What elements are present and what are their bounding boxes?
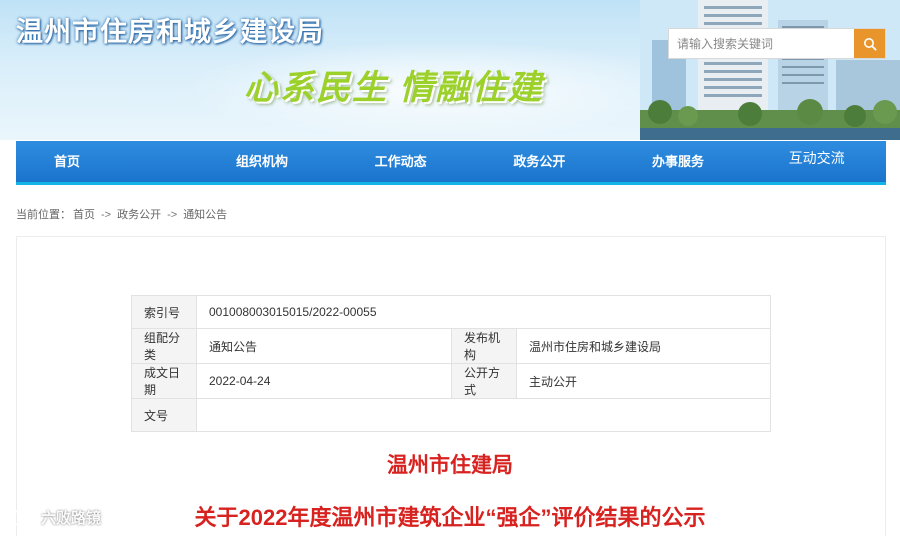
nav-item-services[interactable]: 办事服务 (609, 141, 748, 182)
article-org: 温州市住建局 (387, 454, 513, 477)
breadcrumb-separator: -> (167, 209, 178, 221)
nav-item-work-news[interactable]: 工作动态 (331, 141, 470, 182)
breadcrumb-item-notices[interactable]: 通知公告 (183, 209, 227, 221)
watermark-logo-icon (9, 509, 36, 526)
search-icon (863, 37, 877, 51)
open-method-value: 主动公开 (516, 363, 771, 399)
search-box (668, 28, 886, 59)
publisher-value: 温州市住房和城乡建设局 (516, 328, 771, 364)
watermark: 六败路镜 (8, 506, 101, 528)
table-row: 成文日期 2022-04-24 公开方式 主动公开 (131, 363, 771, 399)
breadcrumb: 当前位置： 首页 -> 政务公开 -> 通知公告 (16, 206, 227, 222)
watermark-text: 六败路镜 (41, 509, 102, 527)
nav-item-home[interactable]: 首页 (16, 141, 193, 182)
breadcrumb-item-home[interactable]: 首页 (73, 209, 95, 221)
table-row: 文号 (131, 398, 771, 432)
table-row: 索引号 001008003015015/2022-00055 (131, 295, 771, 329)
open-method-label: 公开方式 (451, 363, 517, 399)
breadcrumb-separator: -> (101, 209, 112, 221)
site-title: 温州市住房和城乡建设局 (16, 17, 324, 47)
nav-item-organization[interactable]: 组织机构 (193, 141, 332, 182)
header-banner: 温州市住房和城乡建设局 心系民生 情融住建 (0, 0, 900, 140)
doc-number-label: 文号 (131, 398, 197, 432)
breadcrumb-item-gov-affairs[interactable]: 政务公开 (117, 209, 161, 221)
article-title: 关于2022年度温州市建筑企业“强企”评价结果的公示 (194, 505, 706, 530)
search-button[interactable] (854, 29, 885, 58)
doc-number-value (196, 398, 771, 432)
index-value: 001008003015015/2022-00055 (196, 295, 771, 329)
breadcrumb-prefix: 当前位置： (16, 209, 71, 221)
nav-item-gov-affairs[interactable]: 政务公开 (470, 141, 609, 182)
nav-item-interaction[interactable]: 互动交流 (747, 141, 886, 182)
index-label: 索引号 (131, 295, 197, 329)
search-input[interactable] (669, 29, 854, 58)
slogan: 心系民生 情融住建 (244, 69, 544, 107)
table-row: 组配分类 通知公告 发布机构 温州市住房和城乡建设局 (131, 328, 771, 364)
document-info-table: 索引号 001008003015015/2022-00055 组配分类 通知公告… (131, 295, 771, 432)
publisher-label: 发布机构 (451, 328, 517, 364)
date-label: 成文日期 (131, 363, 197, 399)
category-label: 组配分类 (131, 328, 197, 364)
date-value: 2022-04-24 (196, 363, 452, 399)
main-nav: 首页 组织机构 工作动态 政务公开 办事服务 互动交流 (16, 141, 886, 185)
category-value: 通知公告 (196, 328, 452, 364)
city-skyline-illustration (640, 0, 900, 140)
